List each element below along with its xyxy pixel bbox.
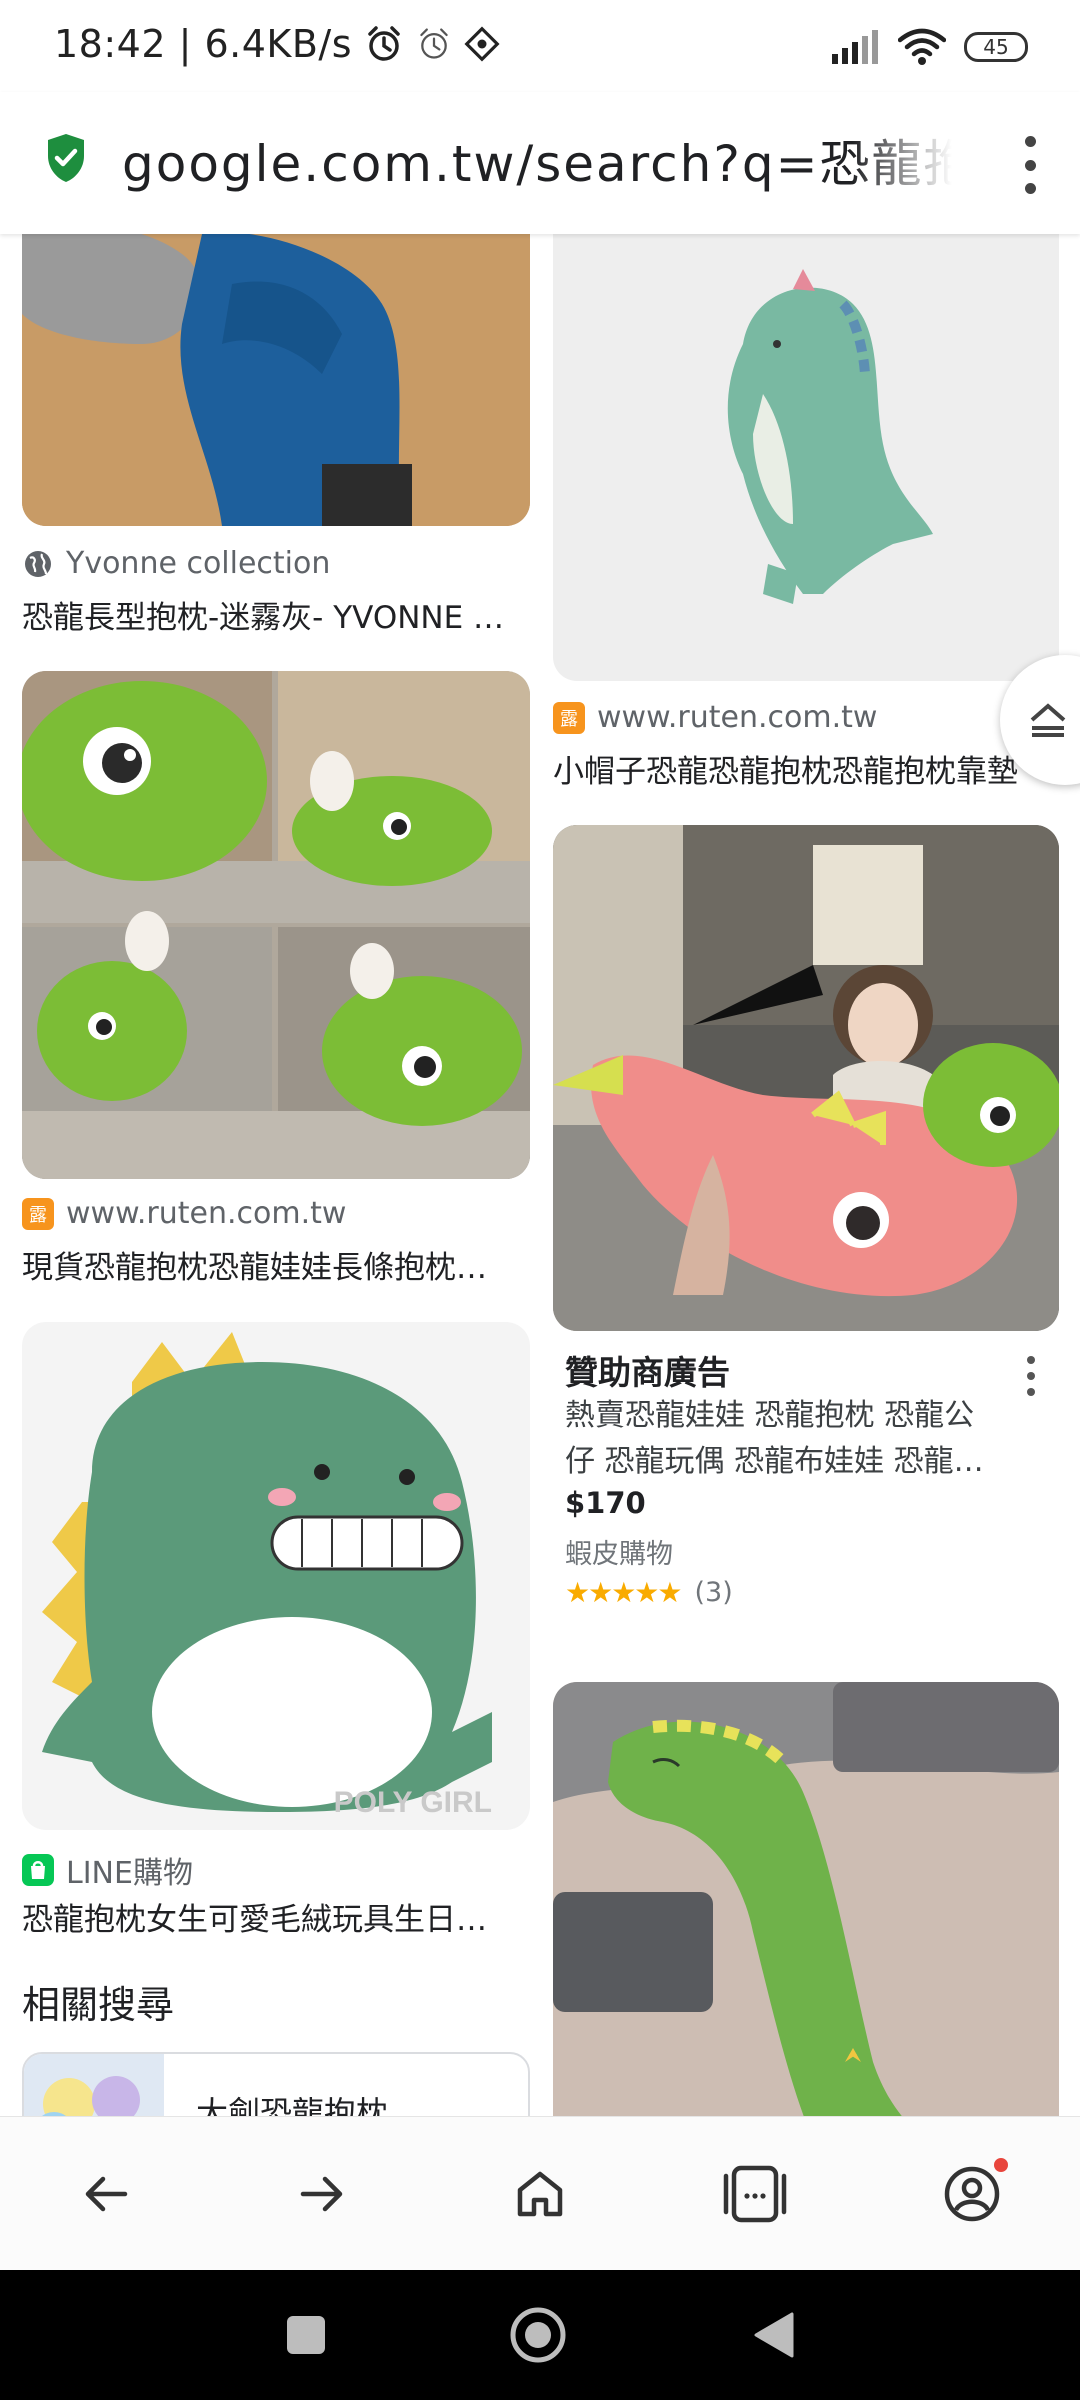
wifi-icon	[898, 28, 946, 65]
related-search-thumbnail	[24, 2054, 164, 2116]
result-image-long-dino[interactable]	[553, 1682, 1059, 2116]
result-title[interactable]: 恐龍長型抱枕-迷霧灰- YVONNE COLLECTION	[22, 592, 512, 637]
result-title[interactable]: 小帽子恐龍恐龍抱枕恐龍抱枕靠墊	[553, 746, 1033, 791]
ruten-icon: 露	[22, 1197, 54, 1230]
result-source[interactable]: 露 www.ruten.com.tw	[22, 1196, 346, 1231]
result-title[interactable]: 現貨恐龍抱枕恐龍娃娃長條抱枕抱枕	[22, 1242, 512, 1287]
person-holding-pillow-image	[22, 234, 530, 526]
url-bar: google.com.tw/search?q=恐龍抱枕	[0, 92, 1080, 234]
pink-dinosaur-bed-image	[553, 825, 1059, 1331]
battery-indicator: 45	[964, 32, 1028, 62]
home-icon	[517, 2171, 563, 2217]
ad-description-line: 仔 恐龍玩偶 恐龍布娃娃 恐龍抱枕	[565, 1444, 1005, 1479]
alarm-outline-icon	[420, 28, 448, 59]
green-dinosaur-plush-image	[553, 234, 1059, 681]
home-button[interactable]	[500, 2154, 580, 2234]
related-searches-title: 相關搜尋	[22, 1983, 175, 2027]
recents-button[interactable]	[276, 2305, 336, 2365]
url-input[interactable]: google.com.tw/search?q=恐龍抱枕	[122, 128, 952, 200]
round-dinosaur-plush-image: POLY GIRL	[22, 1322, 530, 1830]
ad-rating: ★★★★★ (3)	[565, 1576, 733, 1609]
menu-dot-icon	[1027, 1372, 1035, 1380]
ad-description[interactable]: 熱賣恐龍娃娃 恐龍抱枕 恐龍公 仔 恐龍玩偶 恐龍布娃娃 恐龍抱枕	[565, 1393, 1005, 1485]
menu-dot-icon	[1027, 1388, 1035, 1396]
forward-button[interactable]	[282, 2154, 362, 2234]
result-image-ruten-long[interactable]	[22, 671, 530, 1179]
green-dinosaur-collage-image	[22, 671, 530, 1179]
back-nav-button[interactable]	[744, 2305, 804, 2365]
home-nav-button[interactable]	[508, 2305, 568, 2365]
alarm-icon	[368, 26, 400, 61]
ad-description-line: 熱賣恐龍娃娃 恐龍抱枕 恐龍公	[565, 1398, 975, 1433]
tabs-icon	[723, 2165, 787, 2223]
globe-icon	[25, 550, 51, 577]
line-shopping-icon	[22, 1854, 54, 1886]
result-source-label: LINE購物	[66, 1856, 193, 1891]
rating-count: (3)	[694, 1577, 733, 1608]
menu-dot-icon	[1024, 183, 1036, 194]
square-icon	[287, 2316, 325, 2354]
secure-shield-icon	[48, 134, 84, 182]
status-left: 18:42 | 6.4KB/s	[54, 22, 500, 66]
sponsored-label: 贊助商廣告	[565, 1353, 730, 1392]
result-title[interactable]: 恐龍抱枕女生可愛毛絨玩具生日禮物	[22, 1894, 512, 1939]
collapse-up-icon	[1030, 703, 1066, 737]
result-source-label: www.ruten.com.tw	[66, 1196, 347, 1231]
result-source-label: Yvonne collection	[66, 546, 331, 581]
result-image-line[interactable]: POLY GIRL	[22, 1322, 530, 1830]
related-search-card[interactable]: 大劍恐龍抱枕	[22, 2052, 530, 2116]
result-image-yvonne[interactable]	[22, 234, 530, 526]
result-source[interactable]: 露 www.ruten.com.tw	[553, 700, 877, 735]
account-button[interactable]	[932, 2154, 1012, 2234]
browser-menu-button[interactable]	[1010, 130, 1050, 200]
related-search-label: 大劍恐龍抱枕	[196, 2094, 389, 2116]
browser-toolbar	[0, 2116, 1080, 2270]
menu-dot-icon	[1024, 136, 1036, 147]
notification-dot	[994, 2158, 1008, 2172]
star-rating-icon: ★★★★★	[565, 1576, 683, 1609]
result-source[interactable]: Yvonne collection	[22, 546, 330, 581]
ad-more-options-button[interactable]	[1016, 1356, 1046, 1396]
arrow-left-icon	[85, 2176, 128, 2212]
status-right: 45	[830, 28, 1028, 66]
ruten-icon: 露	[553, 701, 585, 734]
android-navigation-bar	[0, 2270, 1080, 2400]
result-source[interactable]: LINE購物	[22, 1848, 193, 1892]
arrow-right-icon	[300, 2176, 343, 2212]
long-green-dinosaur-image	[553, 1682, 1059, 2116]
ad-store: 蝦皮購物	[565, 1539, 673, 1570]
result-source-label: www.ruten.com.tw	[597, 700, 878, 735]
circle-home-icon	[510, 2307, 566, 2363]
tabs-button[interactable]	[715, 2154, 795, 2234]
status-bar: 18:42 | 6.4KB/s 45	[0, 0, 1080, 92]
back-button[interactable]	[66, 2154, 146, 2234]
signal-icon	[832, 30, 878, 64]
menu-dot-icon	[1027, 1356, 1035, 1364]
watermark-text: POLY GIRL	[334, 1786, 492, 1819]
search-results: Yvonne collection 恐龍長型抱枕-迷霧灰- YVONNE COL…	[0, 234, 1080, 2116]
location-diamond-icon	[464, 26, 500, 62]
result-image-ruten-hat[interactable]	[553, 234, 1059, 681]
ad-price: $170	[565, 1486, 646, 1520]
profile-icon	[944, 2166, 1000, 2222]
status-time-speed: 18:42 | 6.4KB/s	[54, 22, 352, 66]
menu-dot-icon	[1024, 159, 1036, 171]
triangle-back-icon	[754, 2312, 794, 2358]
ad-image[interactable]	[553, 825, 1059, 1331]
